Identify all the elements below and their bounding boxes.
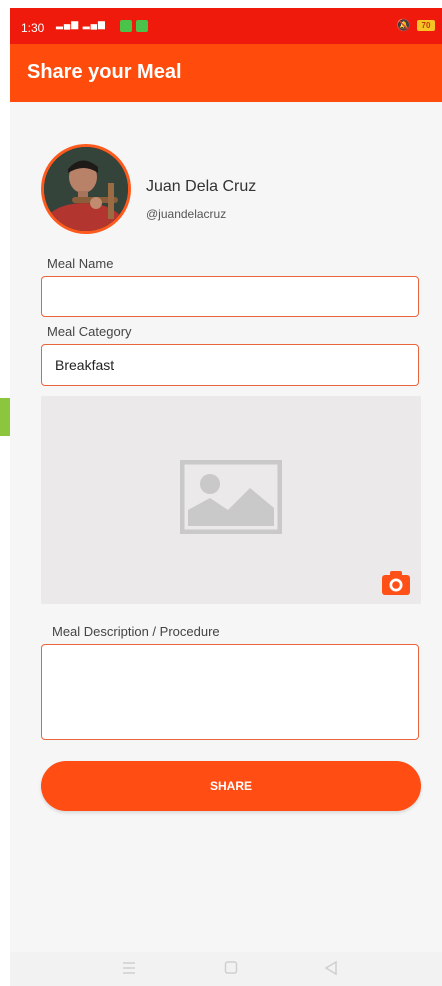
meal-category-value: Breakfast bbox=[55, 357, 115, 373]
camera-icon[interactable] bbox=[381, 570, 411, 596]
notification-icon bbox=[120, 20, 132, 32]
meal-category-input[interactable]: Breakfast bbox=[41, 344, 419, 386]
back-triangle-icon[interactable] bbox=[324, 960, 338, 976]
meal-name-input[interactable] bbox=[41, 276, 419, 317]
page-title: Share your Meal bbox=[27, 61, 182, 83]
menu-icon[interactable] bbox=[122, 960, 136, 976]
phone-screen: 1:30 ▂▄▆ ▂▄▆ 🔕 70 Share your Meal Juan D… bbox=[10, 8, 442, 986]
status-time: 1:30 bbox=[21, 21, 45, 35]
app-bar: Share your Meal bbox=[10, 44, 442, 102]
meal-name-label: Meal Name bbox=[47, 256, 114, 271]
system-nav-bar bbox=[10, 952, 442, 986]
description-label: Meal Description / Procedure bbox=[52, 624, 220, 639]
meal-category-label: Meal Category bbox=[47, 324, 132, 339]
notification-icon bbox=[136, 20, 148, 32]
avatar bbox=[41, 144, 131, 234]
share-button[interactable]: SHARE bbox=[41, 761, 421, 811]
signal-icon: ▂▄▆ ▂▄▆ bbox=[56, 19, 106, 29]
mute-icon: 🔕 bbox=[396, 18, 411, 32]
battery-icon: 70 bbox=[417, 20, 435, 31]
user-name: Juan Dela Cruz bbox=[146, 178, 257, 195]
user-handle: @juandelacruz bbox=[146, 207, 227, 221]
meal-image-area[interactable] bbox=[41, 396, 421, 604]
home-square-icon[interactable] bbox=[224, 960, 238, 976]
description-input[interactable] bbox=[41, 644, 419, 740]
status-bar: 1:30 ▂▄▆ ▂▄▆ 🔕 70 bbox=[10, 8, 442, 44]
image-placeholder-icon bbox=[180, 460, 282, 534]
